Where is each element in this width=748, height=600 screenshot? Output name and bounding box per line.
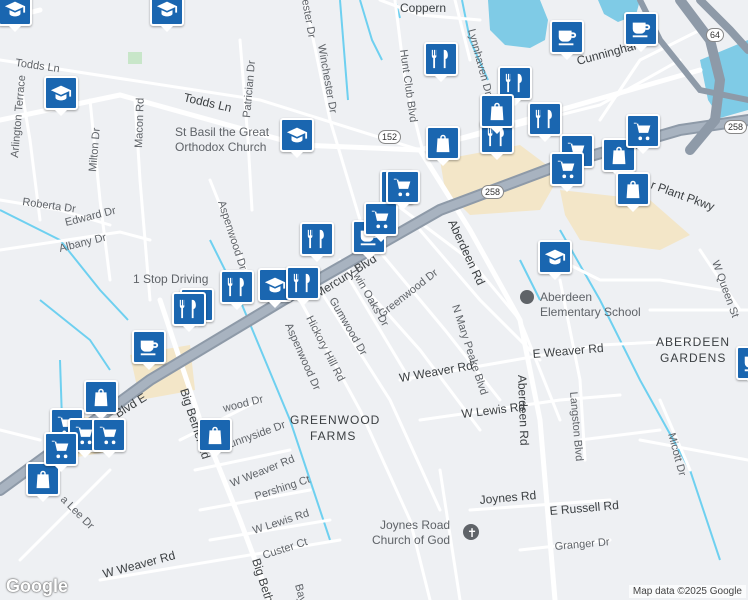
coffee-icon	[744, 356, 748, 372]
fork-knife-icon	[431, 49, 448, 69]
route-shield-64: 64	[706, 28, 725, 42]
fork-knife-icon	[505, 73, 522, 93]
area-label-farms: FARMS	[310, 429, 356, 443]
map-attribution[interactable]: Map data ©2025 Google	[628, 585, 746, 598]
fork-knife-marker[interactable]	[220, 270, 254, 304]
school-icon	[286, 127, 308, 143]
shopping-bag-marker[interactable]	[198, 418, 232, 452]
shopping-cart-icon	[393, 178, 411, 197]
area-label-greenwood: GREENWOOD	[290, 413, 380, 427]
shopping-cart-marker[interactable]	[550, 152, 584, 186]
poi-label-aberdeen-school-1: Aberdeen	[540, 290, 592, 304]
base-map: Todds Ln Todds Ln Arlington Terrace Milt…	[0, 0, 748, 600]
school-icon	[264, 277, 286, 293]
road-label-coppern: Coppern	[400, 1, 446, 15]
fork-knife-icon	[307, 229, 324, 249]
poi-label-aberdeen-school-2: Elementary School	[540, 305, 641, 319]
coffee-icon	[140, 340, 159, 356]
fork-knife-marker[interactable]	[424, 42, 458, 76]
shopping-bag-marker[interactable]	[616, 172, 650, 206]
poi-label-joynes-church-2: Church of God	[372, 533, 450, 547]
school-icon	[50, 85, 72, 101]
poi-label-joynes-church-1: Joynes Road	[380, 518, 450, 532]
fork-knife-icon	[227, 277, 244, 297]
school-marker[interactable]	[0, 0, 32, 26]
shopping-bag-icon	[36, 470, 50, 489]
shopping-cart-marker[interactable]	[386, 170, 420, 204]
shopping-cart-icon	[633, 122, 651, 141]
school-poi-icon	[520, 290, 534, 304]
poi-label-st-basil-2: Orthodox Church	[175, 140, 266, 154]
coffee-icon	[558, 30, 577, 46]
shopping-bag-icon	[626, 180, 640, 199]
school-icon	[156, 1, 178, 17]
school-icon	[4, 1, 26, 17]
shopping-cart-marker[interactable]	[92, 418, 126, 452]
school-marker[interactable]	[280, 118, 314, 152]
route-shield-258-b: 258	[724, 120, 748, 134]
coffee-marker[interactable]	[736, 346, 748, 380]
area-label-gardens: GARDENS	[660, 351, 726, 365]
shopping-bag-icon	[436, 134, 450, 153]
road-label-macon-rd: Macon Rd	[133, 98, 147, 149]
fork-knife-marker[interactable]	[300, 222, 334, 256]
route-shield-258-a: 258	[481, 185, 505, 199]
route-shield-152: 152	[378, 130, 402, 144]
shopping-bag-marker[interactable]	[426, 126, 460, 160]
shopping-bag-icon	[208, 426, 222, 445]
shopping-bag-marker[interactable]	[480, 94, 514, 128]
map-canvas[interactable]: Todds Ln Todds Ln Arlington Terrace Milt…	[0, 0, 748, 600]
shopping-cart-icon	[557, 160, 575, 179]
shopping-cart-icon	[371, 210, 389, 229]
coffee-marker[interactable]	[132, 330, 166, 364]
fork-knife-marker[interactable]	[286, 266, 320, 300]
shopping-cart-marker[interactable]	[364, 202, 398, 236]
shopping-bag-icon	[94, 388, 108, 407]
poi-label-one-stop-driving: 1 Stop Driving	[133, 272, 208, 286]
fork-knife-icon	[179, 299, 196, 319]
school-marker[interactable]	[538, 240, 572, 274]
svg-text:✝: ✝	[467, 526, 477, 540]
park-area	[128, 52, 142, 64]
shopping-bag-icon	[490, 102, 504, 121]
shopping-cart-marker[interactable]	[626, 114, 660, 148]
fork-knife-icon	[293, 273, 310, 293]
fork-knife-marker[interactable]	[528, 102, 562, 136]
fork-knife-icon	[535, 109, 552, 129]
area-label-aberdeen: ABERDEEN	[656, 335, 730, 349]
school-marker[interactable]	[150, 0, 184, 26]
shopping-cart-icon	[99, 426, 117, 445]
shopping-cart-marker[interactable]	[44, 432, 78, 466]
fork-knife-marker[interactable]	[172, 292, 206, 326]
shopping-cart-icon	[51, 440, 69, 459]
school-marker[interactable]	[44, 76, 78, 110]
coffee-marker[interactable]	[624, 12, 658, 46]
google-logo: Google	[6, 576, 68, 596]
poi-label-st-basil-1: St Basil the Great	[175, 125, 270, 139]
shopping-bag-marker[interactable]	[84, 380, 118, 414]
coffee-icon	[632, 22, 651, 38]
coffee-marker[interactable]	[550, 20, 584, 54]
school-icon	[544, 249, 566, 265]
